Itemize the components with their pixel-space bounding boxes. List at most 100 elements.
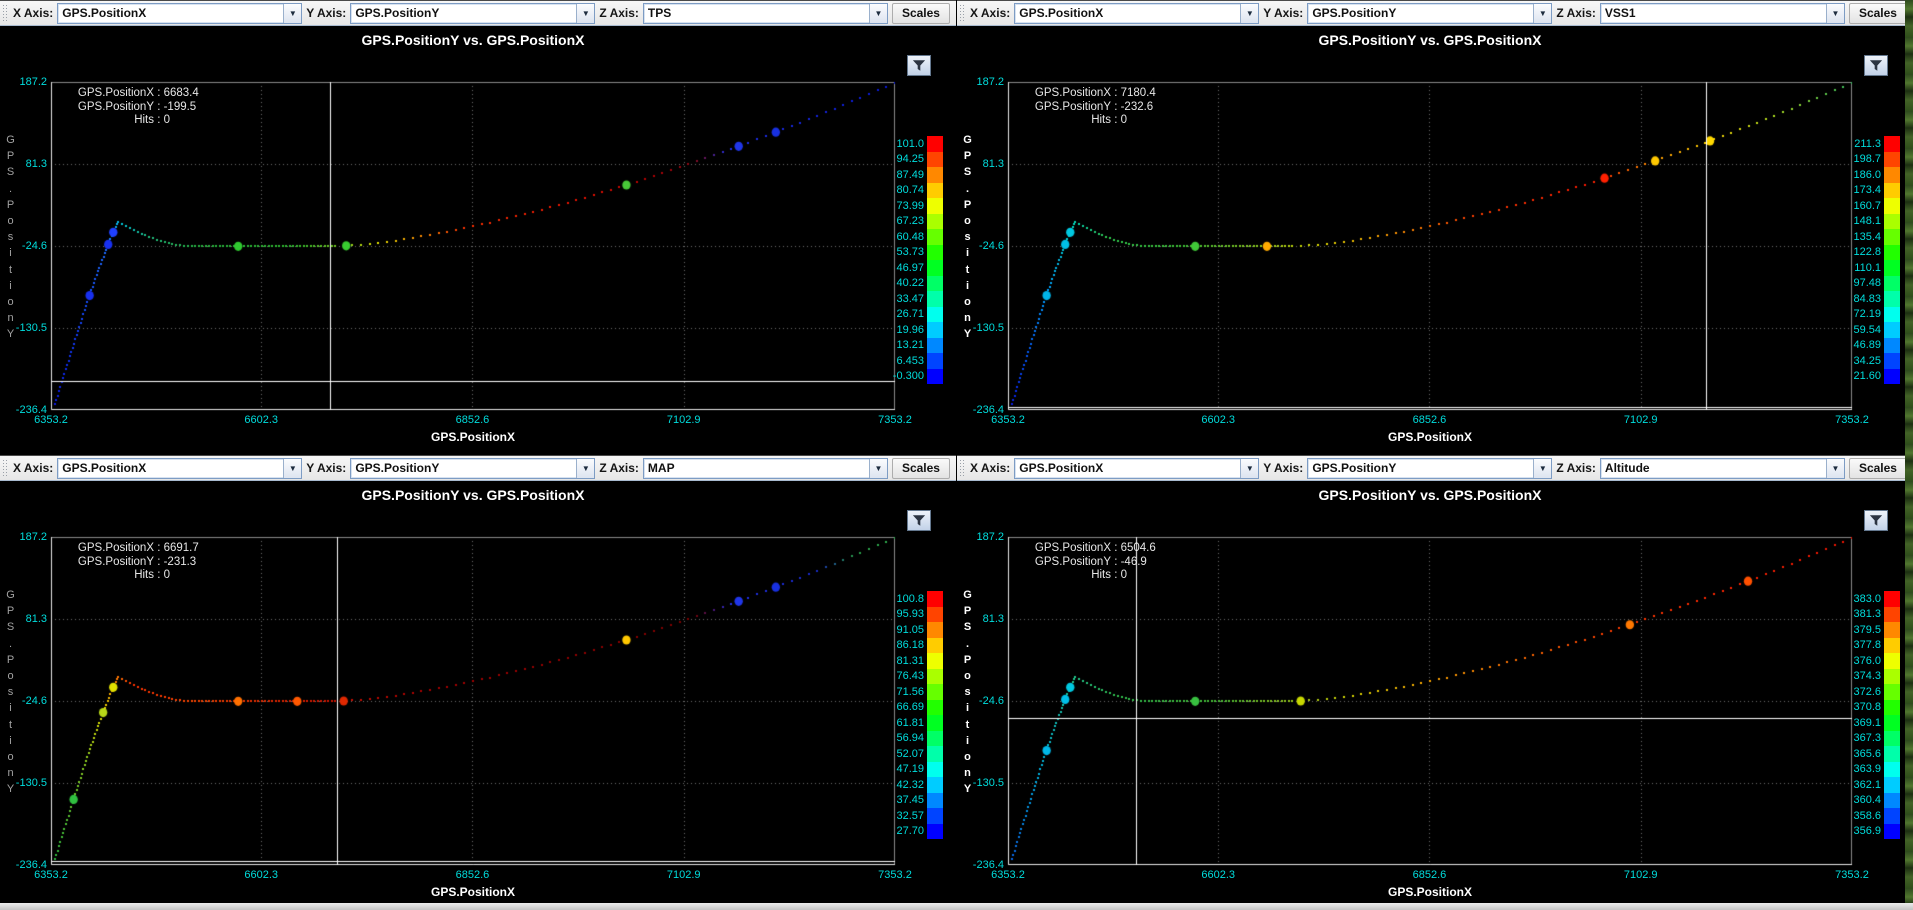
- colorbar-color-cell: [927, 152, 943, 168]
- chevron-down-icon[interactable]: ▼: [1826, 459, 1844, 478]
- scatter-plot-canvas[interactable]: [957, 26, 1913, 455]
- colorbar-color-cell: [927, 638, 943, 654]
- toolbar-grip-handle[interactable]: [2, 4, 9, 22]
- scales-button[interactable]: Scales: [892, 458, 950, 479]
- colorbar-color-cell: [1884, 291, 1900, 307]
- y-axis-dropdown[interactable]: GPS.PositionY ▼: [1307, 3, 1552, 24]
- z-axis-dropdown[interactable]: TPS ▼: [643, 3, 888, 24]
- colorbar-tick-label: 34.25: [1831, 355, 1884, 367]
- chevron-down-icon[interactable]: ▼: [1240, 4, 1258, 23]
- colorbar-row: 42.32: [874, 777, 944, 793]
- colorbar-color-cell: [927, 214, 943, 230]
- y-axis-label: Y Axis:: [306, 461, 346, 475]
- colorbar-tick-label: 86.18: [874, 639, 927, 651]
- y-tick-label: 81.3: [0, 158, 47, 170]
- x-axis-dropdown[interactable]: GPS.PositionX ▼: [1014, 458, 1259, 479]
- x-axis-dropdown[interactable]: GPS.PositionX ▼: [57, 458, 302, 479]
- y-axis-dropdown[interactable]: GPS.PositionY ▼: [350, 3, 595, 24]
- chevron-down-icon[interactable]: ▼: [869, 459, 887, 478]
- y-axis-selected-value: GPS.PositionY: [1308, 461, 1533, 475]
- filter-button[interactable]: [1864, 55, 1888, 76]
- colorbar-row: 60.48: [874, 229, 944, 245]
- chevron-down-icon[interactable]: ▼: [1533, 4, 1551, 23]
- scatter-plot-canvas[interactable]: [957, 481, 1913, 910]
- colorbar-color-cell: [1884, 762, 1900, 778]
- colorbar-row: 59.54: [1831, 322, 1901, 338]
- colorbar-row: 362.1: [1831, 777, 1901, 793]
- colorbar-color-cell: [1884, 684, 1900, 700]
- colorbar-color-cell: [927, 700, 943, 716]
- colorbar-row: 19.96: [874, 322, 944, 338]
- colorbar-tick-label: 56.94: [874, 732, 927, 744]
- chevron-down-icon[interactable]: ▼: [1826, 4, 1844, 23]
- funnel-icon: [1869, 59, 1883, 72]
- colorbar-color-cell: [927, 591, 943, 607]
- z-axis-label: Z Axis:: [599, 6, 639, 20]
- x-axis-dropdown[interactable]: GPS.PositionX ▼: [57, 3, 302, 24]
- colorbar-tick-label: 52.07: [874, 748, 927, 760]
- filter-button[interactable]: [1864, 510, 1888, 531]
- y-tick-label: 187.2: [957, 76, 1004, 88]
- colorbar-row: 97.48: [1831, 276, 1901, 292]
- z-axis-dropdown[interactable]: VSS1 ▼: [1600, 3, 1845, 24]
- chevron-down-icon[interactable]: ▼: [283, 4, 301, 23]
- colorbar-row: 94.25: [874, 152, 944, 168]
- x-axis-dropdown[interactable]: GPS.PositionX ▼: [1014, 3, 1259, 24]
- colorbar: 211.3198.7186.0173.4160.7148.1135.4122.8…: [1831, 136, 1901, 384]
- toolbar-grip-handle[interactable]: [959, 4, 966, 22]
- scales-button[interactable]: Scales: [892, 3, 950, 24]
- x-axis-label: X Axis:: [13, 6, 53, 20]
- toolbar-grip-handle[interactable]: [959, 459, 966, 477]
- colorbar-color-cell: [927, 276, 943, 292]
- toolbar-grip-handle[interactable]: [2, 459, 9, 477]
- chevron-down-icon[interactable]: ▼: [869, 4, 887, 23]
- y-tick-label: 81.3: [957, 613, 1004, 625]
- chevron-down-icon[interactable]: ▼: [576, 459, 594, 478]
- chevron-down-icon[interactable]: ▼: [283, 459, 301, 478]
- scales-button[interactable]: Scales: [1849, 3, 1907, 24]
- colorbar-row: 379.5: [1831, 622, 1901, 638]
- x-tick-label: 7102.9: [1615, 869, 1667, 881]
- colorbar-color-cell: [927, 762, 943, 778]
- colorbar-row: 367.3: [1831, 731, 1901, 747]
- y-tick-label: 81.3: [0, 613, 47, 625]
- scatter-plot-canvas[interactable]: [0, 481, 956, 910]
- x-axis-title: GPS.PositionX: [1008, 430, 1852, 444]
- z-axis-selected-value: MAP: [644, 461, 869, 475]
- x-tick-label: 7353.2: [1826, 414, 1878, 426]
- colorbar-tick-label: 370.8: [1831, 701, 1884, 713]
- colorbar-color-cell: [927, 684, 943, 700]
- scatter-plot-canvas[interactable]: [0, 26, 956, 455]
- x-tick-label: 6852.6: [446, 869, 498, 881]
- colorbar-tick-label: 61.81: [874, 717, 927, 729]
- filter-button[interactable]: [907, 55, 931, 76]
- y-axis-dropdown[interactable]: GPS.PositionY ▼: [1307, 458, 1552, 479]
- colorbar-tick-label: 360.4: [1831, 794, 1884, 806]
- colorbar-tick-label: 76.43: [874, 670, 927, 682]
- x-axis-title: GPS.PositionX: [51, 430, 895, 444]
- chevron-down-icon[interactable]: ▼: [1533, 459, 1551, 478]
- colorbar-tick-label: 198.7: [1831, 153, 1884, 165]
- chart-panel-altitude: X Axis: GPS.PositionX ▼ Y Axis: GPS.Posi…: [957, 455, 1913, 910]
- x-axis-selected-value: GPS.PositionX: [1015, 6, 1240, 20]
- filter-button[interactable]: [907, 510, 931, 531]
- colorbar-color-cell: [1884, 276, 1900, 292]
- colorbar-color-cell: [1884, 183, 1900, 199]
- scales-button[interactable]: Scales: [1849, 458, 1907, 479]
- colorbar-color-cell: [1884, 746, 1900, 762]
- colorbar-color-cell: [1884, 338, 1900, 354]
- z-axis-dropdown[interactable]: Altitude ▼: [1600, 458, 1845, 479]
- colorbar-tick-label: 374.3: [1831, 670, 1884, 682]
- colorbar-tick-label: 40.22: [874, 277, 927, 289]
- colorbar-row: 360.4: [1831, 793, 1901, 809]
- colorbar-color-cell: [927, 808, 943, 824]
- chevron-down-icon[interactable]: ▼: [1240, 459, 1258, 478]
- z-axis-dropdown[interactable]: MAP ▼: [643, 458, 888, 479]
- colorbar-color-cell: [927, 607, 943, 623]
- colorbar-color-cell: [1884, 136, 1900, 152]
- colorbar-color-cell: [927, 338, 943, 354]
- y-axis-dropdown[interactable]: GPS.PositionY ▼: [350, 458, 595, 479]
- colorbar-row: 87.49: [874, 167, 944, 183]
- chevron-down-icon[interactable]: ▼: [576, 4, 594, 23]
- x-axis-title: GPS.PositionX: [51, 885, 895, 899]
